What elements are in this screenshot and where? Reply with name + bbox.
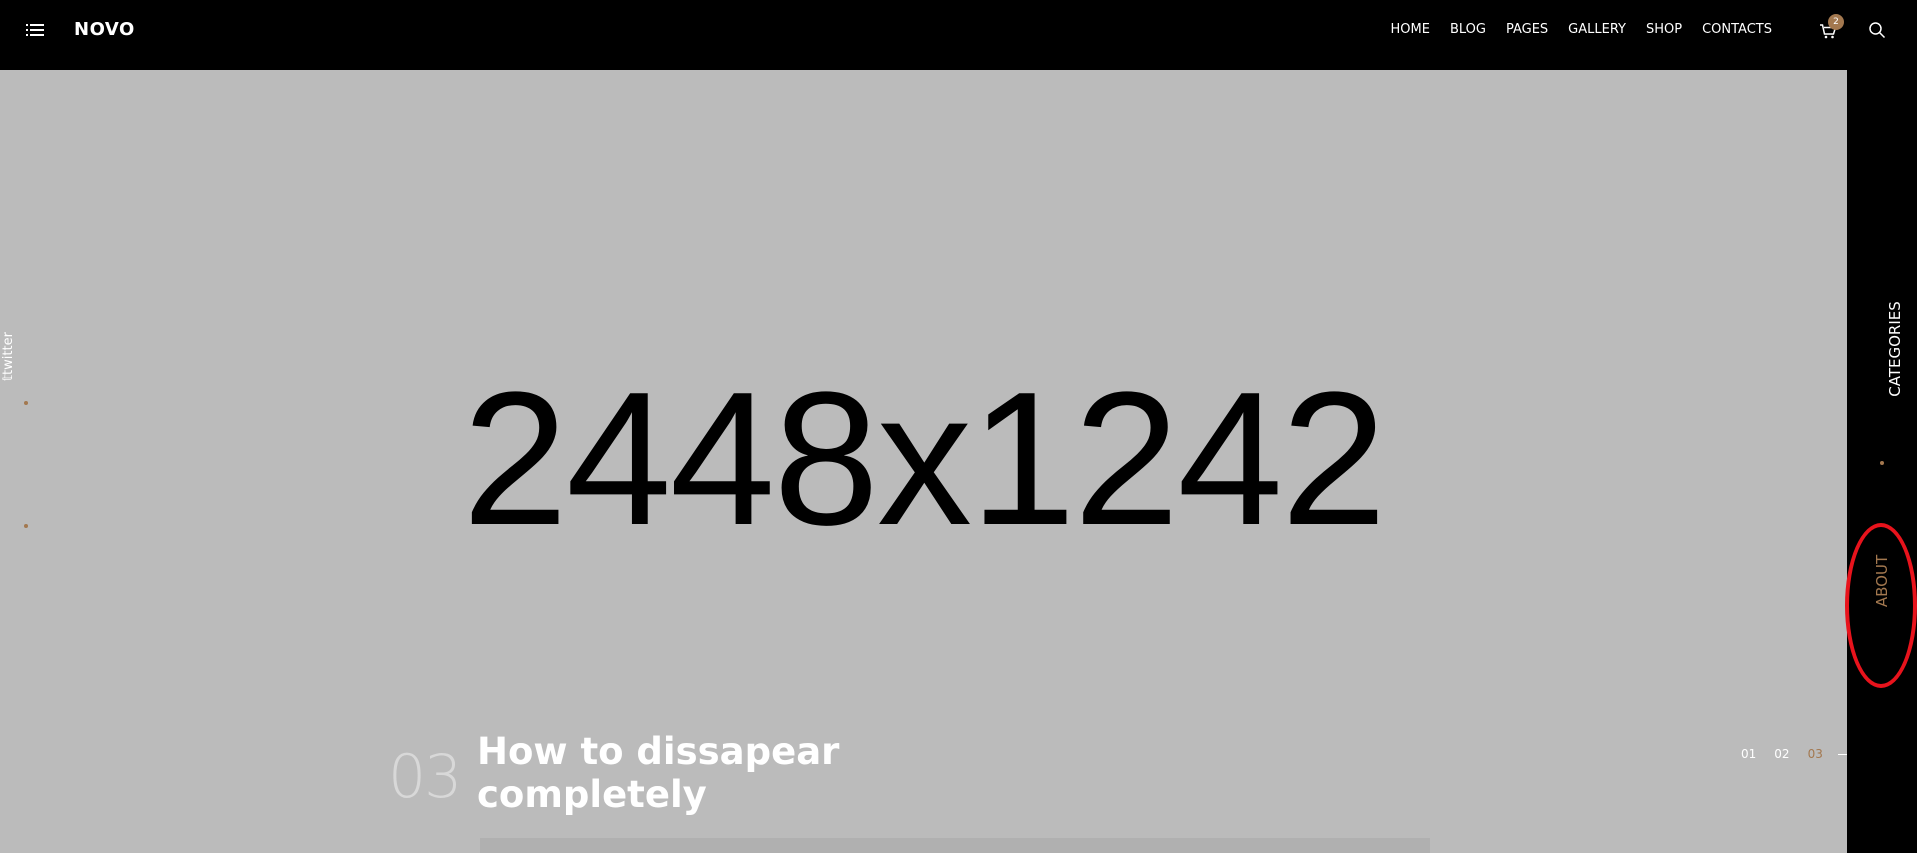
menu-icon[interactable] bbox=[26, 24, 44, 38]
separator-dot bbox=[24, 524, 28, 528]
separator-dot bbox=[1880, 461, 1884, 465]
main-nav: HOME BLOG PAGES GALLERY SHOP CONTACTS bbox=[1380, 22, 1772, 39]
hero-slider: 2448x1242 𝕥 twitter ◎ instagram f facebo… bbox=[0, 70, 1847, 853]
about-tab[interactable]: ABOUT bbox=[1847, 555, 1917, 607]
social-twitter[interactable]: 𝕥 twitter bbox=[1, 332, 51, 381]
pager-line bbox=[1838, 754, 1847, 755]
nav-blog[interactable]: BLOG bbox=[1450, 22, 1486, 37]
right-sidebar: CATEGORIES ABOUT bbox=[1847, 70, 1917, 853]
pager-item-03[interactable]: 03 bbox=[1808, 747, 1823, 761]
slide-pager: 01 02 03 bbox=[1741, 747, 1823, 761]
nav-pages[interactable]: PAGES bbox=[1506, 22, 1548, 37]
slide-number: 03 bbox=[388, 742, 462, 812]
nav-shop[interactable]: SHOP bbox=[1646, 22, 1682, 37]
nav-contacts[interactable]: CONTACTS bbox=[1702, 22, 1772, 37]
nav-home[interactable]: HOME bbox=[1380, 22, 1441, 39]
cart-count-badge: 2 bbox=[1828, 14, 1844, 30]
social-instagram[interactable]: ◎ instagram bbox=[0, 401, 66, 482]
social-links: 𝕥 twitter ◎ instagram f facebook bbox=[0, 324, 38, 624]
social-facebook[interactable]: f facebook bbox=[0, 533, 66, 601]
categories-tab[interactable]: CATEGORIES bbox=[1847, 301, 1917, 397]
logo[interactable]: NOVO bbox=[74, 19, 135, 40]
separator-dot bbox=[24, 401, 28, 405]
image-placeholder: 2448x1242 bbox=[462, 353, 1386, 565]
nav-gallery[interactable]: GALLERY bbox=[1568, 22, 1626, 37]
content-shadow bbox=[480, 838, 1430, 853]
pager-item-02[interactable]: 02 bbox=[1774, 747, 1789, 761]
pager-item-01[interactable]: 01 bbox=[1741, 747, 1756, 761]
slide-title[interactable]: How to dissapear completely bbox=[477, 730, 897, 816]
search-icon[interactable] bbox=[1868, 21, 1886, 39]
header: NOVO HOME BLOG PAGES GALLERY SHOP CONTAC… bbox=[0, 0, 1917, 70]
